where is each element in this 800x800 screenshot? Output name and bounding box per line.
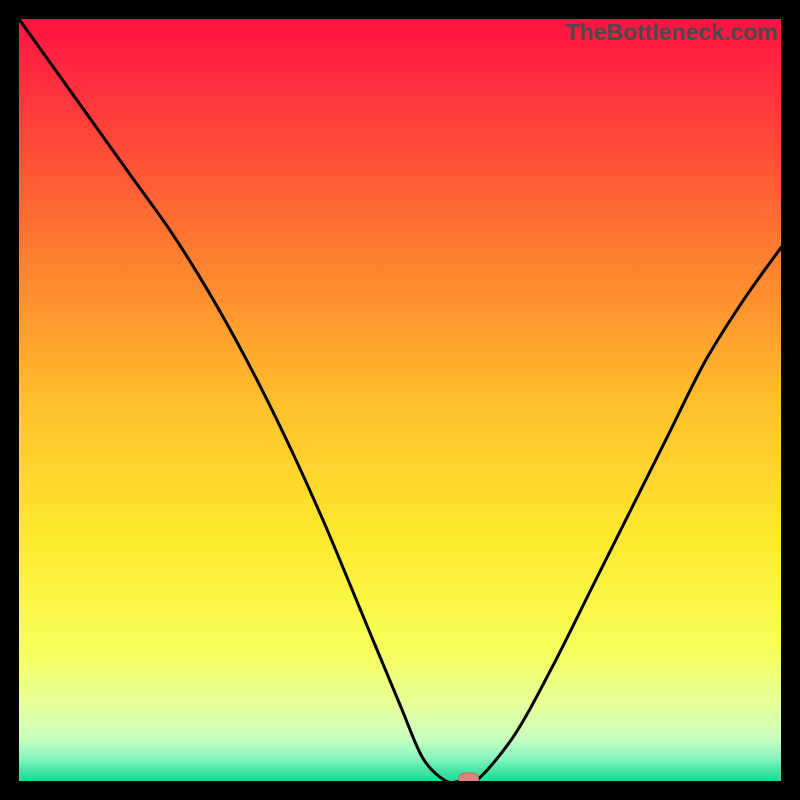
plot-area: TheBottleneck.com (19, 19, 781, 781)
gradient-background (19, 19, 781, 781)
bottleneck-chart (19, 19, 781, 781)
optimal-point-marker (459, 773, 479, 781)
chart-frame: TheBottleneck.com (0, 0, 800, 800)
watermark-text: TheBottleneck.com (566, 19, 778, 46)
